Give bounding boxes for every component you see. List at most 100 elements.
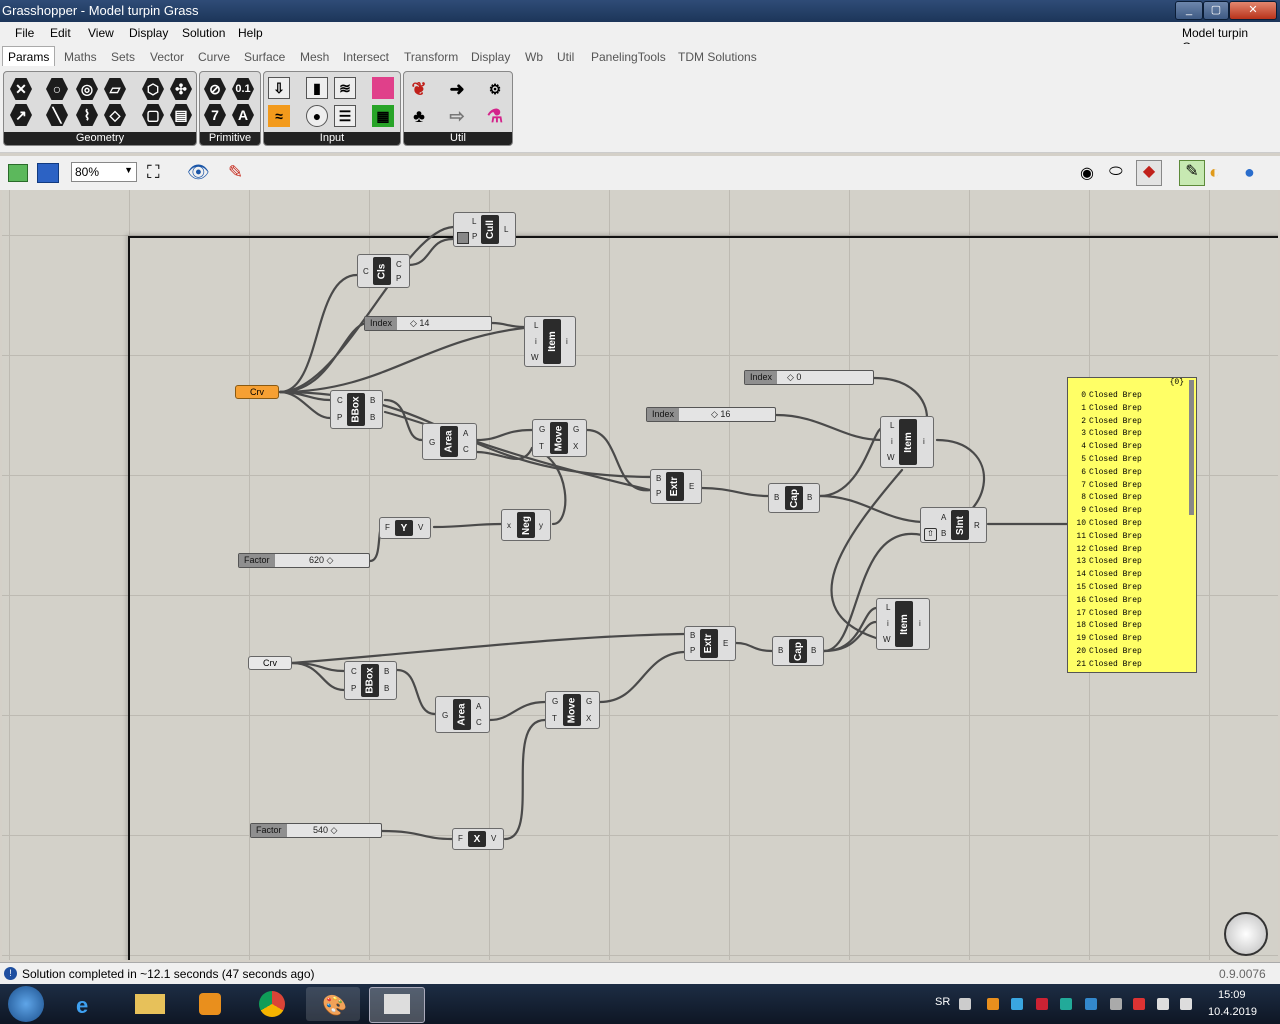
zoom-dropdown[interactable]: 80% ▼: [71, 162, 137, 182]
canvas[interactable]: Crv Crv L P Cull L C Cls C P Index ◇ 14 …: [2, 190, 1278, 960]
clock-time[interactable]: 15:09: [1218, 989, 1246, 1001]
tray-sync-icon[interactable]: [1060, 998, 1072, 1010]
curve-param-bottom[interactable]: Crv: [248, 656, 292, 670]
preview-shaded-icon[interactable]: ⬭: [1109, 163, 1123, 181]
sketch-pen-icon[interactable]: ✎: [228, 162, 243, 183]
close-button[interactable]: ✕: [1229, 1, 1277, 20]
menu-edit[interactable]: Edit: [50, 26, 71, 40]
integer-param-icon[interactable]: 7: [204, 104, 226, 126]
negative-component[interactable]: x Neg y: [501, 509, 551, 541]
maximize-button[interactable]: ▢: [1203, 1, 1229, 20]
import-icon[interactable]: ⇩: [268, 77, 290, 99]
tab-transform[interactable]: Transform: [404, 50, 458, 64]
internet-explorer-icon[interactable]: e: [62, 987, 116, 1021]
list-item-component-1[interactable]: L i W Item i: [524, 316, 576, 367]
language-indicator[interactable]: SR: [935, 996, 950, 1008]
line-param-icon[interactable]: ╲: [46, 104, 68, 126]
preview-eye-icon[interactable]: 👁: [187, 162, 210, 183]
keyboard-icon[interactable]: [959, 998, 971, 1010]
circle-param-icon[interactable]: ○: [46, 78, 68, 100]
closed-component[interactable]: C Cls C P: [357, 254, 410, 288]
panel-primitive-label[interactable]: Primitive: [200, 132, 260, 145]
bounding-box-component-1[interactable]: C P BBox B B: [330, 390, 383, 429]
boolean-icon[interactable]: ⊘: [204, 78, 226, 100]
jump-icon[interactable]: ⚙: [484, 78, 506, 100]
tab-sets[interactable]: Sets: [111, 50, 135, 64]
start-button-icon[interactable]: [8, 986, 44, 1022]
clock-date[interactable]: 10.4.2019: [1208, 1006, 1257, 1018]
index-slider-0[interactable]: Index ◇ 0: [744, 370, 874, 385]
output-panel[interactable]: {0} 0 Closed Brep 1 Closed Brep 2 Closed Brep…: [1067, 377, 1197, 673]
curve-param-icon[interactable]: ◎: [76, 78, 98, 100]
bezier-icon[interactable]: ≈: [268, 105, 290, 127]
tab-panelingtools[interactable]: PanelingTools: [591, 50, 666, 64]
area-component-2[interactable]: G Area A C: [435, 696, 490, 733]
preview-wire-icon[interactable]: ◉: [1080, 163, 1094, 183]
factor-slider-540[interactable]: Factor 540 ◇: [250, 823, 382, 838]
button-icon[interactable]: ▮: [306, 77, 328, 99]
value-list-icon[interactable]: ☰: [334, 105, 356, 127]
number-param-icon[interactable]: 0.1: [232, 78, 254, 100]
tray-app-icon[interactable]: [987, 998, 999, 1010]
point-param-icon[interactable]: ↗: [10, 104, 32, 126]
navigation-widget-icon[interactable]: [1224, 912, 1268, 956]
generic-geometry-icon[interactable]: ✕: [10, 78, 32, 100]
tab-surface[interactable]: Surface: [244, 50, 285, 64]
cherry-icon[interactable]: ❦: [408, 78, 430, 100]
arrow-right-icon[interactable]: ➜: [446, 78, 468, 100]
menu-view[interactable]: View: [88, 26, 114, 40]
tray-monitor-icon[interactable]: [1110, 998, 1122, 1010]
tab-intersect[interactable]: Intersect: [343, 50, 389, 64]
area-component-1[interactable]: G Area A C: [422, 423, 477, 460]
paint-icon[interactable]: 🎨: [306, 987, 360, 1021]
graph-mapper-icon[interactable]: ≋: [334, 77, 356, 99]
box-param-icon[interactable]: ▢: [142, 104, 164, 126]
surface-param-icon[interactable]: ▱: [104, 78, 126, 100]
extrude-component-1[interactable]: B P Extr E: [650, 469, 702, 504]
gradient-icon[interactable]: [372, 77, 394, 99]
menu-help[interactable]: Help: [238, 26, 263, 40]
open-file-icon[interactable]: [8, 164, 28, 182]
cap-holes-component-2[interactable]: B Cap B: [772, 636, 824, 666]
zoom-extents-icon[interactable]: ⛶: [147, 162, 160, 183]
plane-param-icon[interactable]: ◇: [104, 104, 126, 126]
tab-maths[interactable]: Maths: [64, 50, 97, 64]
unit-x-component[interactable]: F X V: [452, 828, 504, 850]
mesh-param-icon[interactable]: ✣: [170, 78, 192, 100]
panel-geometry-label[interactable]: Geometry: [4, 132, 196, 145]
unit-y-component[interactable]: F Y V: [379, 517, 431, 539]
volume-icon[interactable]: [1180, 998, 1192, 1010]
text-param-icon[interactable]: A: [232, 104, 254, 126]
list-item-component-2[interactable]: L i W Item i: [880, 416, 934, 468]
media-player-icon[interactable]: [184, 987, 238, 1021]
brep-param-icon[interactable]: ⬡: [142, 78, 164, 100]
tab-display[interactable]: Display: [471, 50, 510, 64]
preview-selected-icon[interactable]: ◆: [1136, 160, 1162, 186]
index-slider-16[interactable]: Index ◇ 16: [646, 407, 776, 422]
tray-shield-icon[interactable]: [1036, 998, 1048, 1010]
flask-icon[interactable]: ⚗: [484, 105, 506, 127]
tab-tdm-solutions[interactable]: TDM Solutions: [678, 50, 757, 64]
tray-flag-icon[interactable]: [1133, 998, 1145, 1010]
arrow-outline-icon[interactable]: ⇨: [446, 105, 468, 127]
menu-solution[interactable]: Solution: [182, 26, 225, 40]
tab-mesh[interactable]: Mesh: [300, 50, 329, 64]
file-explorer-icon[interactable]: [123, 987, 177, 1021]
tray-bluetooth-icon[interactable]: [1085, 998, 1097, 1010]
panel-scrollbar[interactable]: [1189, 380, 1194, 515]
factor-slider-620[interactable]: Factor 620 ◇: [238, 553, 370, 568]
tab-curve[interactable]: Curve: [198, 50, 230, 64]
solid-intersection-component[interactable]: A B ⇧ SInt R: [920, 507, 987, 543]
save-file-icon[interactable]: [37, 163, 59, 183]
tab-params[interactable]: Params: [2, 46, 56, 66]
cap-holes-component-1[interactable]: B Cap B: [768, 483, 820, 513]
bounding-box-component-2[interactable]: C P BBox B B: [344, 661, 397, 700]
sphere-icon[interactable]: ●: [1244, 162, 1255, 183]
menu-display[interactable]: Display: [129, 26, 168, 40]
cull-component[interactable]: L P Cull L: [453, 212, 516, 247]
toggle-icon[interactable]: ●: [306, 105, 328, 127]
tree-icon[interactable]: ♣: [408, 105, 430, 127]
field-param-icon[interactable]: ▤: [170, 104, 192, 126]
move-component-1[interactable]: G T Move G X: [532, 419, 587, 457]
rhino-icon[interactable]: [369, 987, 425, 1023]
